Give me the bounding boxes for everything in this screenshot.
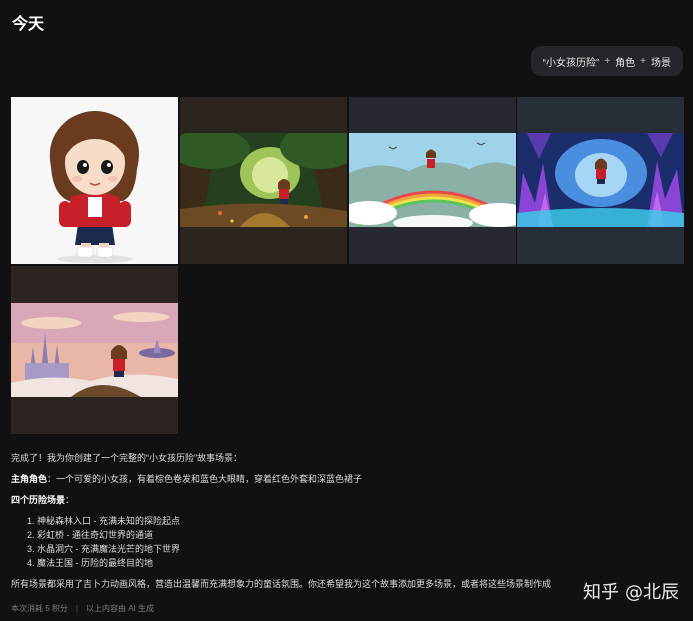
credits-used: 本次消耗 5 积分 <box>11 604 68 613</box>
scene-list: 1. 神秘森林入口 - 充满未知的探险起点 2. 彩虹桥 - 通往奇幻世界的通道… <box>11 514 683 570</box>
gallery-image-kingdom[interactable] <box>11 266 178 434</box>
forest-entrance-illustration <box>180 133 347 227</box>
watermark-handle: @北辰 <box>625 582 679 603</box>
list-item: 1. 神秘森林入口 - 充满未知的探险起点 <box>27 516 181 526</box>
assistant-message: 完成了！我为你创建了一个完整的“小女孩历险”故事场景： 主角角色：一个可爱的小女… <box>11 451 683 598</box>
prompt-plus: + <box>640 55 646 67</box>
gallery-image-crystal-cave[interactable] <box>517 97 684 264</box>
scenes-label: 四个历险场景 <box>11 495 66 505</box>
watermark: 知乎 @北辰 <box>583 578 679 604</box>
crystal-cave-illustration <box>517 133 684 227</box>
message-intro: 完成了！我为你创建了一个完整的“小女孩历险”故事场景： <box>11 453 242 463</box>
list-item: 2. 彩虹桥 - 通往奇幻世界的通道 <box>27 530 154 540</box>
message-role: 主角角色：一个可爱的小女孩，有着棕色卷发和蓝色大眼睛，穿着红色外套和深蓝色裙子 <box>11 472 683 486</box>
gallery-image-character[interactable] <box>11 97 178 264</box>
page-title: 今天 <box>12 16 45 33</box>
prompt-quote: “小女孩历险” <box>542 57 600 69</box>
list-item: 4. 魔法王国 - 历险的最终目的地 <box>27 558 154 568</box>
prompt-scene: 场景 <box>651 57 671 69</box>
footer-divider: | <box>75 604 78 613</box>
message-footer: 本次消耗 5 积分 | 以上内容由 AI 生成 <box>11 603 154 614</box>
role-label: 主角角色 <box>11 474 48 484</box>
gallery-image-rainbow[interactable] <box>349 97 516 264</box>
ai-disclaimer: 以上内容由 AI 生成 <box>85 604 154 613</box>
image-gallery <box>11 97 684 434</box>
list-item: 3. 水晶洞穴 - 充满魔法光芒的地下世界 <box>27 544 181 554</box>
gallery-image-forest[interactable] <box>180 97 347 264</box>
rainbow-bridge-illustration <box>349 133 516 227</box>
watermark-site: 知乎 <box>583 582 619 603</box>
magic-kingdom-illustration <box>11 303 178 397</box>
girl-character-illustration <box>11 97 178 264</box>
message-scenes-heading: 四个历险场景： <box>11 493 683 507</box>
scenes-colon: ： <box>65 495 75 505</box>
role-text: ：一个可爱的小女孩，有着棕色卷发和蓝色大眼睛，穿着红色外套和深蓝色裙子 <box>47 474 363 484</box>
prompt-role: 角色 <box>615 57 636 69</box>
prompt-plus: + <box>604 55 611 67</box>
user-prompt-bubble: “小女孩历险” + 角色 + 场景 <box>530 46 683 76</box>
